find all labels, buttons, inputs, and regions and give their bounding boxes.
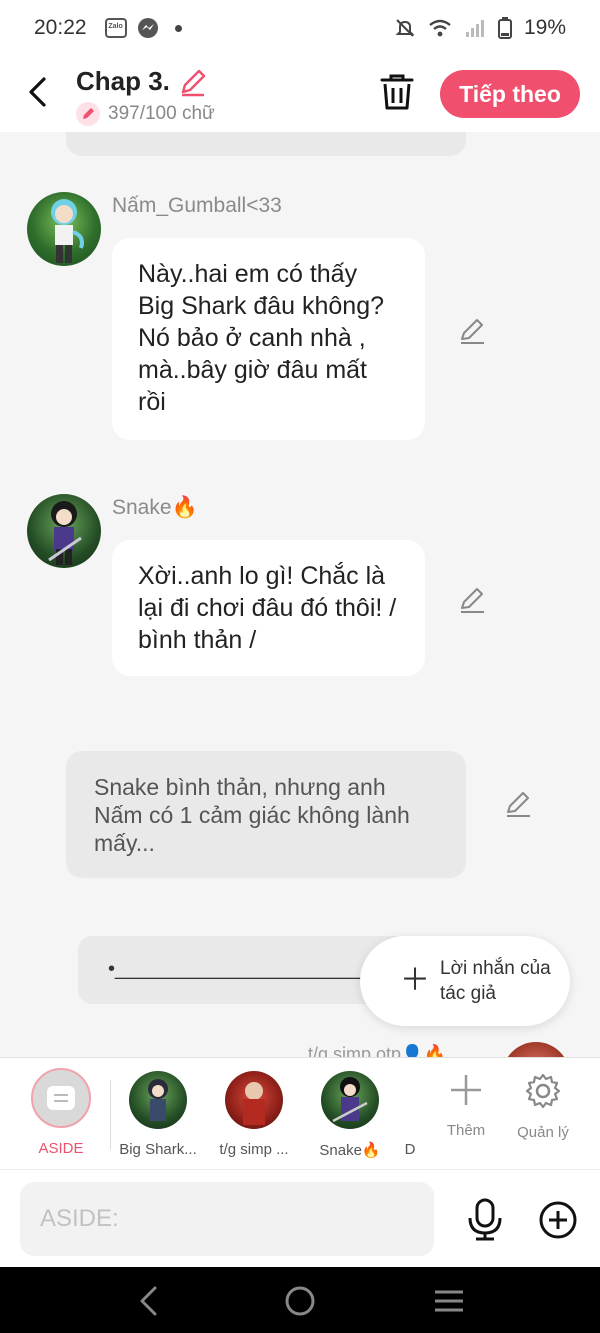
back-icon — [29, 77, 46, 107]
message-bubble[interactable]: Này..hai em có thấy Big Shark đâu không?… — [112, 238, 425, 440]
zalo-icon: Zalo — [104, 18, 127, 38]
wifi-icon — [429, 19, 451, 37]
system-nav-bar — [0, 1267, 600, 1333]
author-note-label: Lời nhắn của tác giả — [440, 958, 551, 1004]
edit-pencil-icon[interactable] — [504, 790, 532, 818]
microphone-icon — [468, 1198, 502, 1241]
nav-back-icon[interactable] — [133, 1284, 167, 1318]
chapter-title-row[interactable]: Chap 3. — [76, 66, 208, 97]
character-figure — [48, 501, 82, 565]
edit-pencil-icon[interactable] — [458, 586, 486, 614]
add-character-button[interactable]: Thêm — [431, 1072, 501, 1139]
aside-slot[interactable]: ASIDE — [16, 1068, 106, 1164]
avatar-snake[interactable] — [27, 494, 101, 568]
character-label: D — [404, 1141, 416, 1158]
draft-message-bubble[interactable]: •___________________________ — [78, 936, 408, 1004]
next-button[interactable]: Tiếp theo — [440, 70, 580, 118]
app-header: Chap 3. 397/100 chữ Tiếp theo — [0, 56, 600, 132]
status-indicators: 19% — [394, 16, 566, 40]
nav-menu-icon[interactable] — [432, 1284, 466, 1318]
add-circle-icon — [539, 1201, 577, 1239]
aside-input[interactable] — [20, 1182, 434, 1256]
word-count-row: 397/100 chữ — [76, 102, 215, 126]
composer-bar — [0, 1169, 600, 1267]
add-label: Thêm — [446, 1122, 486, 1139]
gear-icon — [525, 1073, 561, 1109]
trash-icon — [380, 74, 414, 110]
character-bar: ASIDE Big Shark... t/g simp ... Snake🔥 D — [0, 1057, 600, 1169]
character-label: Big Shark... — [119, 1141, 197, 1158]
avatar — [225, 1071, 283, 1129]
next-character-name: t/g simp otp👤🔥 — [308, 1044, 446, 1057]
plus-icon: ＋ — [400, 964, 430, 997]
nav-home-icon[interactable] — [283, 1284, 317, 1318]
manage-button[interactable]: Quản lý — [508, 1072, 578, 1141]
add-attachment-button[interactable] — [538, 1200, 578, 1240]
character-slot-tg-simp[interactable]: t/g simp ... — [209, 1068, 299, 1164]
battery-icon — [497, 17, 512, 39]
message-bubble[interactable]: Xời..anh lo gì! Chắc là lại đi chơi đâu … — [112, 540, 425, 676]
character-slot-big-shark[interactable]: Big Shark... — [113, 1068, 203, 1164]
character-figure — [51, 199, 84, 263]
pencil-badge-icon — [76, 102, 100, 126]
aside-icon — [31, 1068, 91, 1128]
edit-pencil-icon[interactable] — [458, 317, 486, 345]
character-name: Snake🔥 — [112, 496, 198, 519]
microphone-button[interactable] — [465, 1198, 505, 1242]
notification-dot-icon — [174, 24, 182, 32]
status-time: 20:22 — [34, 16, 87, 39]
chapter-title: Chap 3. — [76, 66, 170, 96]
battery-percentage: 19% — [523, 16, 566, 39]
next-avatar — [502, 1042, 570, 1057]
character-label: t/g simp ... — [219, 1141, 289, 1158]
zalo-icon-label: Zalo — [104, 18, 127, 38]
chat-story-editor: 20:22 Zalo 19% Chap 3. 397/100 chữ Tiếp … — [0, 0, 600, 1333]
chat-content[interactable]: Nấm_Gumball<33 Này..hai em có thấy Big S… — [0, 132, 600, 1057]
aside-label: ASIDE — [38, 1140, 84, 1157]
author-note-button[interactable]: ＋ Lời nhắn của tác giả — [360, 936, 570, 1026]
word-count: 397/100 chữ — [108, 103, 215, 124]
delete-button[interactable] — [378, 72, 416, 112]
status-bar: 20:22 Zalo 19% — [0, 0, 600, 56]
pencil-icon — [181, 69, 206, 96]
avatar — [129, 1071, 187, 1129]
manage-label: Quản lý — [517, 1124, 569, 1141]
avatar-nam-gumball[interactable] — [27, 192, 101, 266]
messenger-icon — [137, 17, 159, 39]
character-name: Nấm_Gumball<33 — [112, 194, 282, 217]
signal-icon — [465, 20, 484, 37]
narration-bubble[interactable]: Snake bình thản, nhưng anh Nấm có 1 cảm … — [66, 751, 466, 878]
previous-message-bubble[interactable] — [66, 132, 466, 156]
mute-icon — [395, 19, 415, 37]
back-button[interactable] — [20, 74, 56, 110]
divider — [110, 1080, 111, 1150]
plus-icon — [451, 1075, 481, 1105]
